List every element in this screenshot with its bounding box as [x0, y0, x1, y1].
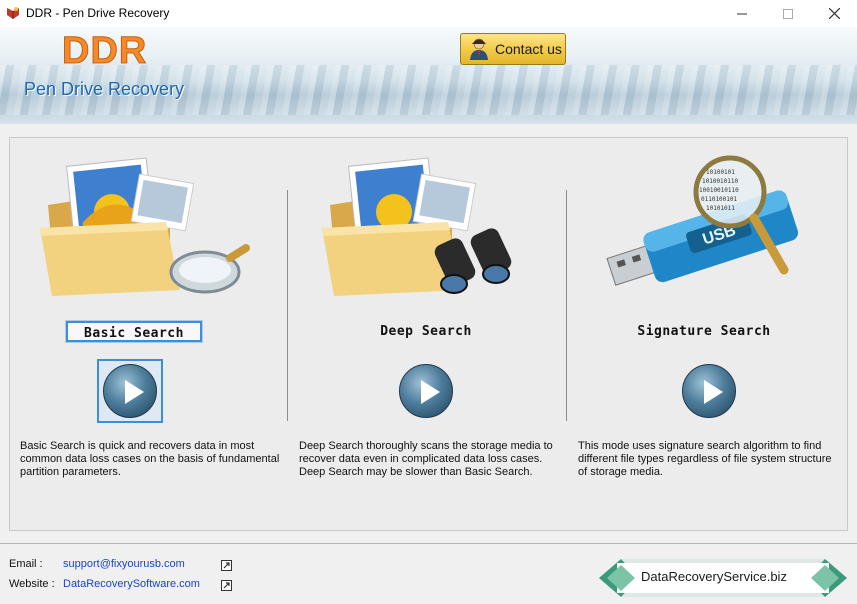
website-label: Website : [9, 578, 55, 590]
svg-text:10010010110: 10010010110 [699, 187, 739, 194]
external-link-icon[interactable] [221, 580, 232, 591]
window-title: DDR - Pen Drive Recovery [26, 6, 170, 20]
play-icon [421, 380, 440, 404]
external-link-icon[interactable] [221, 560, 232, 571]
service-badge-label[interactable]: DataRecoveryService.biz [641, 569, 787, 584]
svg-text:10100101: 10100101 [706, 169, 735, 176]
divider [287, 190, 288, 421]
play-icon [704, 380, 723, 404]
contact-us-label: Contact us [495, 41, 562, 57]
title-bar: DDR - Pen Drive Recovery [0, 0, 857, 28]
svg-text:0110100101: 0110100101 [701, 196, 738, 203]
basic-search-play-button[interactable] [103, 364, 157, 418]
maximize-button[interactable] [765, 0, 811, 27]
minimize-button[interactable] [719, 0, 765, 27]
deep-search-title[interactable]: Deep Search [350, 324, 502, 339]
minimize-icon [737, 13, 747, 14]
divider [566, 190, 567, 421]
deep-search-description: Deep Search thoroughly scans the storage… [299, 440, 553, 478]
svg-text:1010010110: 1010010110 [702, 178, 739, 185]
person-icon [470, 38, 488, 60]
folder-binoculars-icon [322, 157, 512, 296]
play-icon [125, 380, 144, 404]
contact-us-button[interactable]: Contact us [460, 33, 566, 65]
app-name: Pen Drive Recovery [24, 79, 185, 99]
usb-magnifier-icon: USB 10100101 1010010110 10010010110 0110… [606, 155, 799, 286]
website-link[interactable]: DataRecoverySoftware.com [63, 578, 200, 590]
svg-text:10101011: 10101011 [706, 205, 735, 212]
deep-search-play-button[interactable] [399, 364, 453, 418]
signature-search-title[interactable]: Signature Search [620, 324, 788, 339]
signature-search-description: This mode uses signature search algorith… [578, 440, 832, 478]
header-banner: DDR Pen Drive Recovery Contact us [0, 27, 857, 124]
email-label: Email : [9, 558, 43, 570]
signature-search-play-button[interactable] [682, 364, 736, 418]
basic-search-description: Basic Search is quick and recovers data … [20, 440, 280, 478]
maximize-icon [783, 8, 793, 19]
ddr-logo: DDR [61, 30, 148, 73]
folder-magnifier-icon [40, 157, 250, 296]
basic-search-title[interactable]: Basic Search [66, 321, 202, 342]
close-button[interactable] [811, 0, 857, 27]
app-icon [7, 7, 19, 19]
footer-divider [0, 543, 857, 544]
email-link[interactable]: support@fixyourusb.com [63, 558, 185, 570]
close-icon [828, 8, 840, 19]
